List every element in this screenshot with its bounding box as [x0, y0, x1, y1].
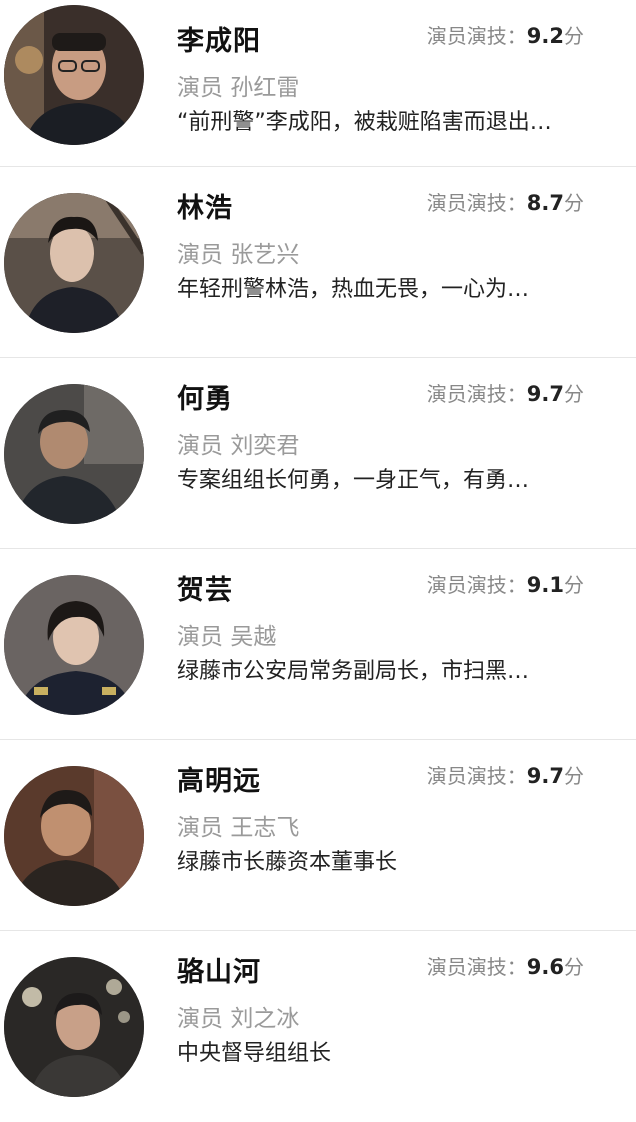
acting-score: 演员演技：9.6分	[427, 951, 584, 980]
actor-prefix: 演员	[177, 624, 223, 650]
actor-name: 王志飞	[230, 815, 300, 841]
character-description: 专案组组长何勇，一身正气，有勇…	[177, 468, 530, 493]
character-avatar	[4, 575, 144, 715]
score-unit: 分	[564, 24, 584, 48]
actor-line: 演员 刘奕君	[177, 426, 299, 460]
character-avatar	[4, 384, 144, 524]
actor-prefix: 演员	[177, 75, 223, 101]
acting-score: 演员演技：9.7分	[427, 760, 584, 789]
avatar-photo-icon	[4, 384, 144, 524]
character-card[interactable]: 林浩 演员演技：8.7分 演员 张艺兴 年轻刑警林浩，热血无畏，一心为…	[0, 167, 636, 358]
score-label: 演员演技：	[426, 382, 527, 406]
character-card[interactable]: 骆山河 演员演技：9.6分 演员 刘之冰 中央督导组组长	[0, 931, 636, 1122]
score-value: 8.7	[526, 191, 564, 215]
score-value: 9.2	[526, 24, 564, 48]
actor-prefix: 演员	[177, 815, 223, 841]
actor-prefix: 演员	[177, 1006, 223, 1032]
score-value: 9.1	[526, 573, 564, 597]
character-avatar	[4, 5, 144, 145]
character-list: 李成阳 演员演技：9.2分 演员 孙红雷 “前刑警”李成阳，被栽赃陷害而退出… …	[0, 0, 636, 1097]
character-name: 贺芸	[177, 575, 233, 606]
avatar-photo-icon	[4, 575, 144, 715]
character-description: “前刑警”李成阳，被栽赃陷害而退出…	[177, 110, 552, 135]
character-name: 何勇	[177, 384, 233, 415]
score-unit: 分	[564, 191, 584, 215]
acting-score: 演员演技：9.2分	[427, 20, 584, 49]
score-unit: 分	[564, 764, 584, 788]
character-description: 年轻刑警林浩，热血无畏，一心为…	[177, 277, 530, 302]
score-label: 演员演技：	[426, 764, 527, 788]
character-description: 绿藤市长藤资本董事长	[177, 850, 398, 875]
character-description: 中央督导组组长	[177, 1041, 332, 1066]
actor-name: 吴越	[230, 624, 277, 650]
character-avatar	[4, 193, 144, 333]
score-label: 演员演技：	[426, 24, 527, 48]
character-name: 高明远	[177, 766, 261, 797]
acting-score: 演员演技：9.7分	[427, 378, 584, 407]
actor-name: 孙红雷	[230, 75, 300, 101]
character-card[interactable]: 高明远 演员演技：9.7分 演员 王志飞 绿藤市长藤资本董事长	[0, 740, 636, 931]
score-value: 9.7	[526, 382, 564, 406]
actor-line: 演员 王志飞	[177, 808, 299, 842]
avatar-photo-icon	[4, 766, 144, 906]
character-name: 林浩	[177, 193, 233, 224]
character-card[interactable]: 贺芸 演员演技：9.1分 演员 吴越 绿藤市公安局常务副局长，市扫黑…	[0, 549, 636, 740]
actor-name: 张艺兴	[230, 242, 300, 268]
score-value: 9.7	[526, 764, 564, 788]
character-name: 骆山河	[177, 957, 261, 988]
avatar-photo-icon	[4, 5, 144, 145]
actor-line: 演员 刘之冰	[177, 999, 299, 1033]
score-label: 演员演技：	[426, 573, 527, 597]
acting-score: 演员演技：8.7分	[427, 187, 584, 216]
actor-prefix: 演员	[177, 433, 223, 459]
score-label: 演员演技：	[426, 955, 527, 979]
score-unit: 分	[564, 382, 584, 406]
character-avatar	[4, 957, 144, 1097]
actor-line: 演员 孙红雷	[177, 68, 299, 102]
score-label: 演员演技：	[426, 191, 527, 215]
score-unit: 分	[564, 955, 584, 979]
actor-name: 刘奕君	[230, 433, 300, 459]
character-card[interactable]: 何勇 演员演技：9.7分 演员 刘奕君 专案组组长何勇，一身正气，有勇…	[0, 358, 636, 549]
character-card[interactable]: 李成阳 演员演技：9.2分 演员 孙红雷 “前刑警”李成阳，被栽赃陷害而退出…	[0, 0, 636, 167]
character-name: 李成阳	[177, 26, 261, 57]
avatar-photo-icon	[4, 957, 144, 1097]
actor-prefix: 演员	[177, 242, 223, 268]
score-value: 9.6	[526, 955, 564, 979]
character-description: 绿藤市公安局常务副局长，市扫黑…	[177, 659, 530, 684]
avatar-photo-icon	[4, 193, 144, 333]
score-unit: 分	[564, 573, 584, 597]
actor-name: 刘之冰	[230, 1006, 300, 1032]
actor-line: 演员 吴越	[177, 617, 276, 651]
acting-score: 演员演技：9.1分	[427, 569, 584, 598]
character-avatar	[4, 766, 144, 906]
actor-line: 演员 张艺兴	[177, 235, 299, 269]
